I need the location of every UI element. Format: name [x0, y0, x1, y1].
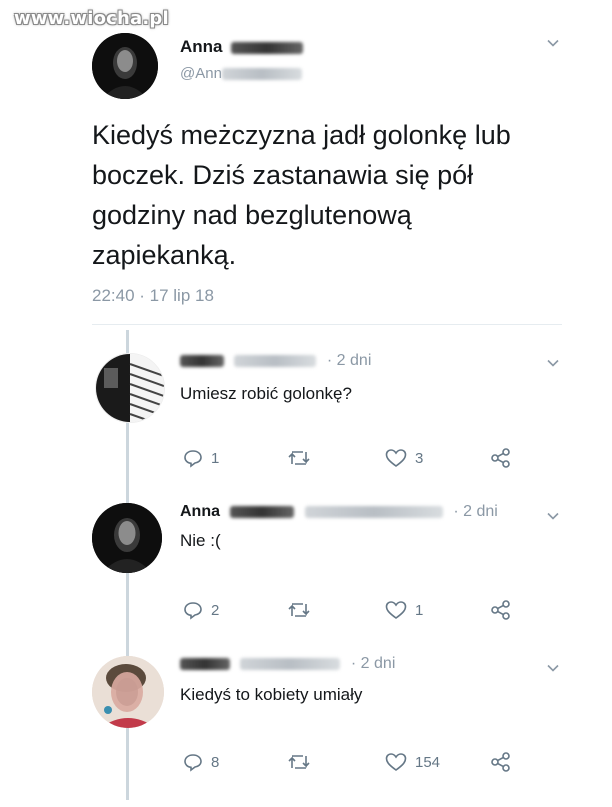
reply-name[interactable]: Anna [180, 503, 220, 520]
chevron-down-icon[interactable] [546, 356, 560, 370]
reply-text: Nie :( [180, 531, 221, 550]
reply-header: · 2 dni [180, 655, 395, 673]
like-icon [385, 601, 407, 619]
author-name[interactable]: Anna [180, 37, 304, 57]
redacted-handle [234, 354, 317, 367]
chevron-down-icon[interactable] [546, 509, 560, 523]
reply-button[interactable]: 2 [183, 600, 219, 620]
retweet-icon [288, 451, 310, 465]
redacted-handle [304, 505, 443, 518]
share-icon [491, 752, 510, 772]
reply-count: 8 [211, 753, 220, 771]
author-handle-text: @Ann [180, 65, 222, 82]
reply-icon [184, 602, 202, 620]
like-icon [385, 753, 407, 771]
retweet-button[interactable] [287, 448, 311, 468]
retweet-icon [288, 603, 310, 617]
tweet-timestamp[interactable]: 22:40 · 17 lip 18 [92, 286, 214, 306]
divider [92, 324, 562, 325]
redacted-name [180, 657, 230, 670]
author-handle[interactable]: @Ann [180, 65, 302, 82]
share-button[interactable] [490, 600, 512, 620]
reply-count: 2 [211, 601, 220, 619]
like-count: 3 [415, 449, 424, 467]
reply-header: Anna · 2 dni [180, 503, 498, 521]
watermark: www.wiocha.pl [14, 8, 169, 29]
chevron-down-icon[interactable] [546, 661, 560, 675]
reply-count: 1 [211, 449, 220, 467]
reply-header: · 2 dni [180, 352, 371, 370]
like-count: 1 [415, 601, 424, 619]
share-button[interactable] [490, 448, 512, 468]
like-button[interactable]: 154 [385, 752, 440, 772]
reply-button[interactable]: 1 [183, 448, 219, 468]
chevron-down-icon[interactable] [546, 36, 560, 50]
share-button[interactable] [490, 752, 512, 772]
like-button[interactable]: 1 [385, 600, 423, 620]
reply-avatar[interactable] [95, 353, 165, 423]
redacted-surname [231, 41, 304, 54]
tweet-text: Kiedyś meżczyzna jadł golonkę lub boczek… [92, 120, 511, 270]
author-name-text: Anna [180, 37, 223, 56]
reply-text: Umiesz robić golonkę? [180, 384, 352, 403]
retweet-button[interactable] [287, 752, 311, 772]
reply-icon [184, 450, 202, 468]
redacted-name [180, 354, 224, 367]
redacted-handle [221, 68, 302, 81]
reply-age[interactable]: · 2 dni [351, 655, 395, 672]
share-icon [491, 448, 510, 468]
reply-avatar[interactable] [92, 656, 164, 728]
redacted-handle [240, 657, 341, 670]
reply-avatar[interactable] [92, 503, 162, 573]
like-count: 154 [415, 753, 441, 771]
like-button[interactable]: 3 [385, 448, 423, 468]
reply-icon [184, 754, 202, 772]
retweet-button[interactable] [287, 600, 311, 620]
reply-text: Kiedyś to kobiety umiały [180, 685, 363, 704]
reply-age[interactable]: · 2 dni [453, 503, 497, 520]
retweet-icon [288, 755, 310, 769]
author-avatar[interactable] [92, 33, 158, 99]
redacted-surname [230, 505, 295, 518]
like-icon [385, 449, 407, 467]
reply-age[interactable]: · 2 dni [327, 352, 371, 369]
reply-button[interactable]: 8 [183, 752, 219, 772]
share-icon [491, 600, 510, 620]
